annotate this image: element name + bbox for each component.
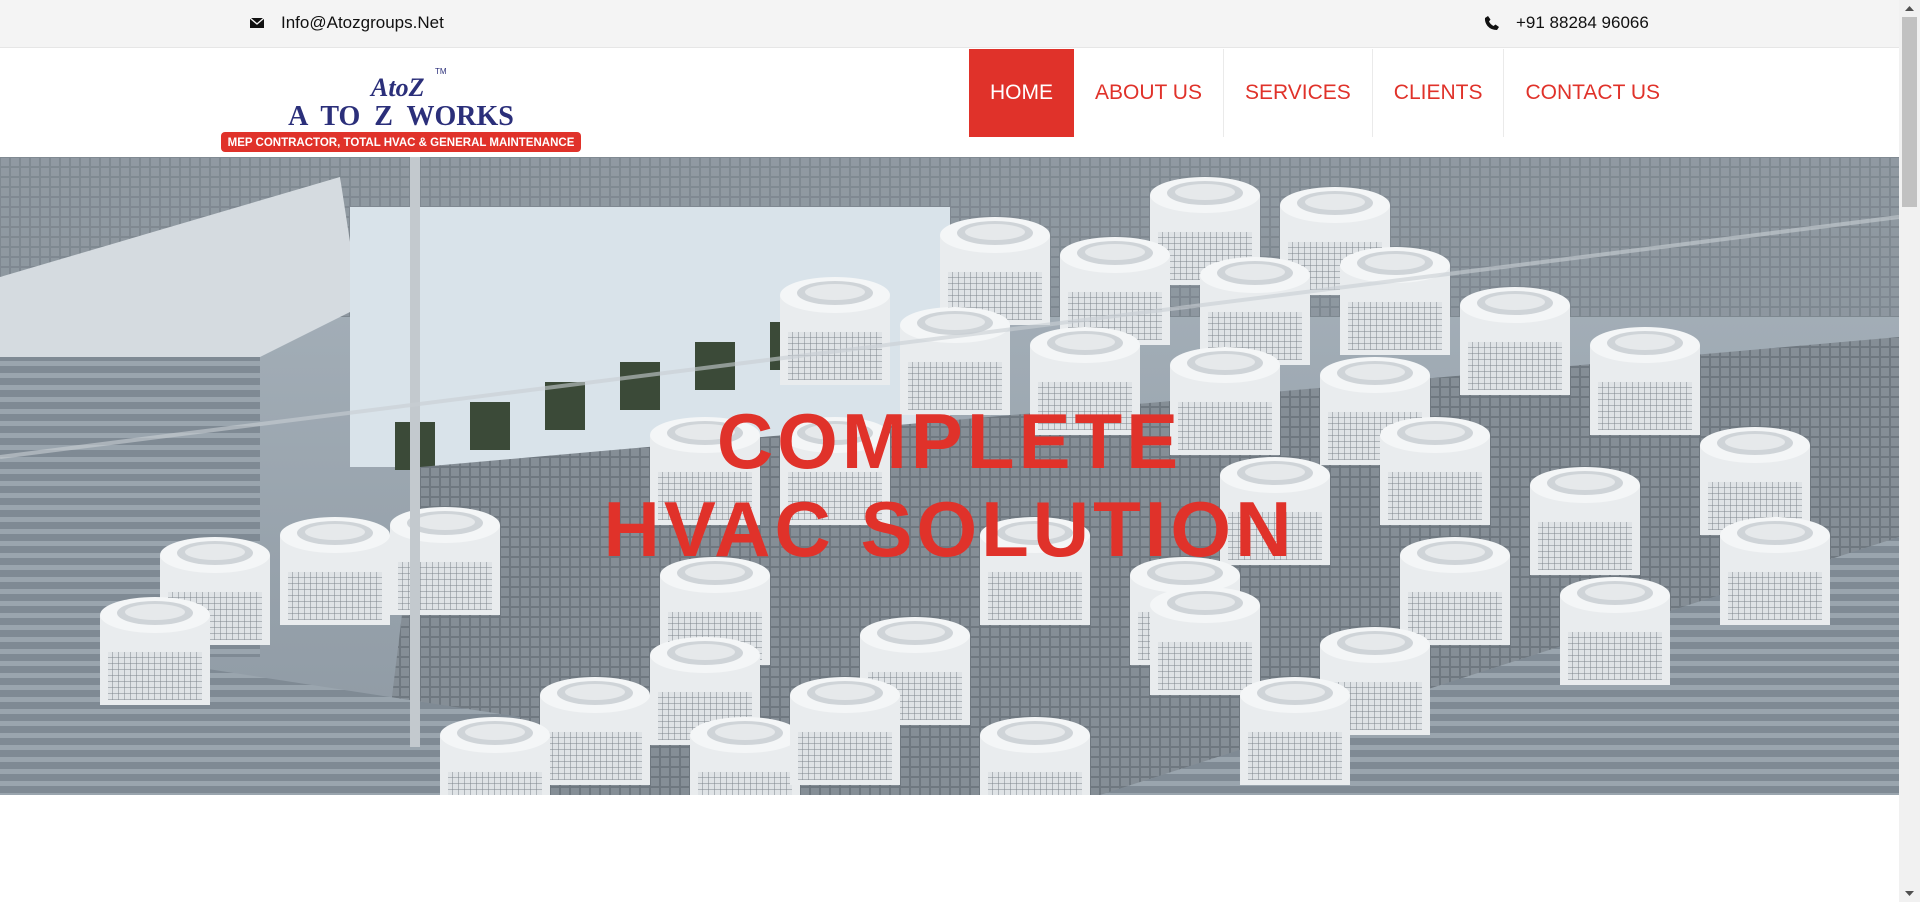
logo-tm: TM (435, 67, 447, 76)
company-logo[interactable]: AtoZ TM A TO Z WORKS MEP CONTRACTOR, TOT… (221, 62, 581, 154)
phone-icon (1484, 15, 1500, 31)
nav-services[interactable]: SERVICES (1224, 49, 1373, 137)
hero-title-line2: HVAC SOLUTION (603, 485, 1296, 573)
logo-name: A TO Z WORKS (288, 101, 514, 132)
hero-banner: COMPLETE HVAC SOLUTION (0, 157, 1899, 795)
top-info-bar: Info@Atozgroups.Net +91 88284 96066 (0, 0, 1899, 48)
nav-home[interactable]: HOME (969, 49, 1074, 137)
nav-clients[interactable]: CLIENTS (1373, 49, 1505, 137)
nav-about-us[interactable]: ABOUT US (1074, 49, 1224, 137)
scroll-down-arrow-icon[interactable] (1899, 885, 1920, 902)
envelope-icon (249, 15, 265, 31)
scroll-up-arrow-icon[interactable] (1899, 0, 1920, 17)
phone-text[interactable]: +91 88284 96066 (1516, 13, 1649, 33)
phone-contact[interactable]: +91 88284 96066 (1484, 13, 1649, 33)
hero-title-line1: COMPLETE (716, 397, 1183, 485)
scrollbar-thumb[interactable] (1902, 17, 1917, 207)
page-scrollbar[interactable] (1899, 0, 1920, 902)
email-contact[interactable]: Info@Atozgroups.Net (249, 13, 444, 33)
nav-contact-us[interactable]: CONTACT US (1504, 49, 1681, 137)
email-text[interactable]: Info@Atozgroups.Net (281, 13, 444, 33)
site-header: AtoZ TM A TO Z WORKS MEP CONTRACTOR, TOT… (0, 48, 1899, 157)
logo-mark: AtoZ (369, 73, 425, 102)
main-nav: HOME ABOUT US SERVICES CLIENTS CONTACT U… (969, 49, 1681, 137)
hero-title: COMPLETE HVAC SOLUTION (0, 397, 1899, 573)
logo-tagline: MEP CONTRACTOR, TOTAL HVAC & GENERAL MAI… (228, 137, 575, 149)
